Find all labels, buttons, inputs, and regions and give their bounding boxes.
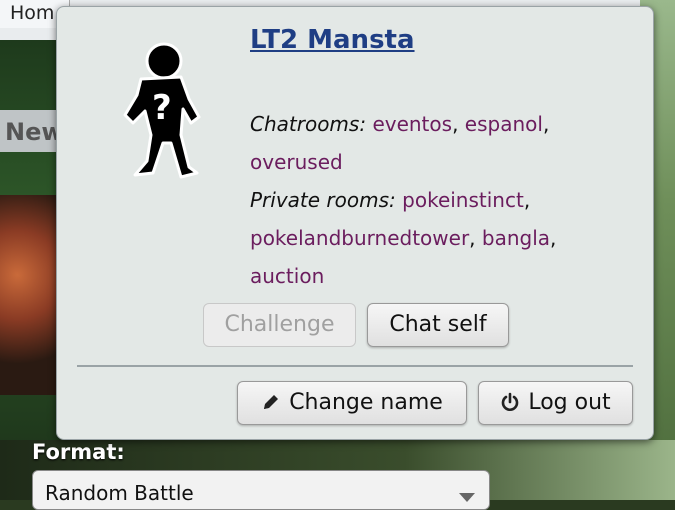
- chat-self-button[interactable]: Chat self: [367, 303, 509, 347]
- user-rooms-info: Chatrooms: eventos, espanol, overused Pr…: [250, 112, 557, 288]
- divider: [77, 365, 633, 367]
- username-link[interactable]: LT2 Mansta: [250, 25, 415, 55]
- user-options-popup: ? LT2 Mansta Chatrooms: eventos, espanol…: [56, 6, 654, 440]
- background-art: [0, 195, 58, 395]
- unknown-trainer-avatar: ?: [123, 42, 201, 179]
- format-select[interactable]: Random Battle: [32, 470, 490, 510]
- room-link-pokeinstinct[interactable]: pokeinstinct: [402, 188, 524, 212]
- log-out-button[interactable]: Log out: [478, 381, 633, 425]
- room-link-espanol[interactable]: espanol: [465, 112, 543, 136]
- format-label: Format:: [32, 440, 125, 464]
- room-link-overused[interactable]: overused: [250, 150, 343, 174]
- chatrooms-label: Chatrooms:: [250, 112, 367, 136]
- room-link-eventos[interactable]: eventos: [372, 112, 452, 136]
- room-link-auction[interactable]: auction: [250, 264, 324, 288]
- change-name-label: Change name: [289, 390, 443, 415]
- change-name-button[interactable]: Change name: [237, 381, 467, 425]
- format-select-value: Random Battle: [45, 481, 194, 505]
- room-link-pokelandburnedtower[interactable]: pokelandburnedtower: [250, 226, 469, 250]
- power-icon: [502, 392, 519, 411]
- svg-text:?: ?: [152, 88, 172, 128]
- room-link-bangla[interactable]: bangla: [482, 226, 550, 250]
- log-out-label: Log out: [528, 390, 611, 415]
- private-rooms-label: Private rooms:: [250, 188, 396, 212]
- challenge-button[interactable]: Challenge: [203, 303, 356, 347]
- pencil-icon: [264, 395, 279, 409]
- chevron-down-icon: [459, 493, 475, 502]
